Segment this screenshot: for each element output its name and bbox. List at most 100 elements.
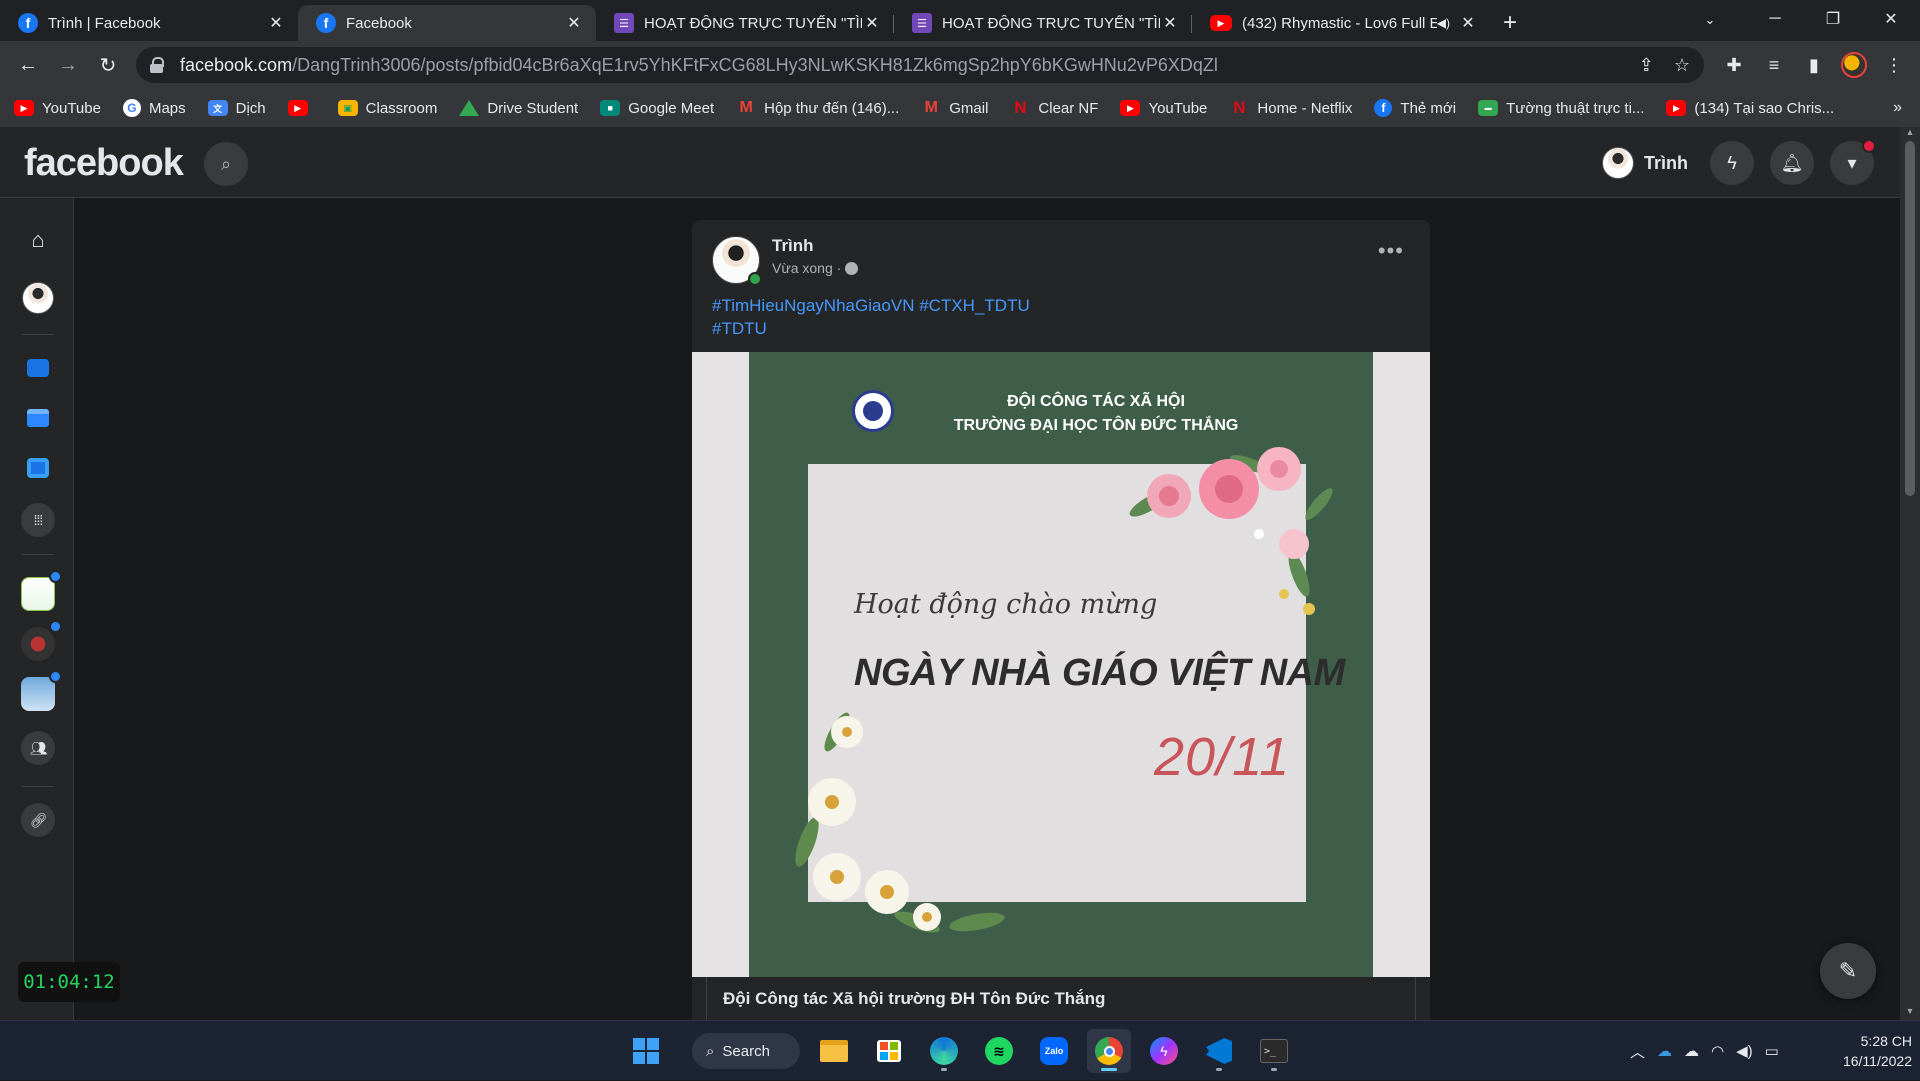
side-panel-icon[interactable]: ▮ — [1794, 45, 1834, 85]
browser-tab[interactable]: ☰ HOẠT ĐỘNG TRỰC TUYẾN "TÌM HIỂU ✕ — [596, 5, 894, 41]
windows-start-icon[interactable] — [624, 1029, 668, 1073]
taskbar-search-button[interactable]: ⌕ Search — [692, 1033, 800, 1069]
new-message-icon[interactable]: ✎ — [1820, 943, 1876, 999]
bookmark-item[interactable]: N Home - Netflix — [1229, 98, 1352, 117]
messenger-app-icon[interactable]: ϟ — [1142, 1029, 1186, 1073]
back-arrow-icon[interactable]: ← — [8, 45, 48, 85]
tab-close-icon[interactable]: ✕ — [1160, 13, 1180, 33]
more-options-icon[interactable]: ••• — [1378, 238, 1404, 264]
tab-close-icon[interactable]: ✕ — [266, 13, 286, 33]
file-explorer-icon[interactable] — [812, 1029, 856, 1073]
facebook-logo[interactable]: facebook — [24, 142, 184, 185]
browser-tab[interactable]: ▶ (432) Rhymastic - Lov6 Full Er ◀) ✕ — [1192, 5, 1490, 41]
browser-tab[interactable]: f Trình | Facebook ✕ — [0, 5, 298, 41]
group-shortcut-3[interactable] — [20, 670, 62, 712]
minimize-icon[interactable]: ─ — [1746, 0, 1804, 38]
bookmarks-overflow-icon[interactable]: » — [1893, 99, 1902, 117]
group-shortcut-1[interactable] — [20, 570, 62, 612]
profile-shortcut[interactable]: Trình — [1602, 145, 1688, 181]
bookmark-item[interactable]: Drive Student — [459, 100, 578, 117]
tab-close-icon[interactable]: ✕ — [862, 13, 882, 33]
microsoft-store-icon[interactable] — [867, 1029, 911, 1073]
edge-browser-icon[interactable] — [922, 1029, 966, 1073]
vscode-icon[interactable] — [1197, 1029, 1241, 1073]
battery-icon[interactable]: ▭ — [1765, 1042, 1779, 1060]
speaker-icon[interactable]: ◀) — [1437, 16, 1450, 30]
bookmark-star-icon[interactable]: ☆ — [1674, 55, 1690, 76]
media-queue-icon[interactable]: ≡ — [1754, 45, 1794, 85]
scrollbar-thumb[interactable] — [1905, 141, 1915, 496]
notifications-bell-icon[interactable]: 🔔︎ — [1770, 141, 1814, 185]
account-menu-button[interactable]: ▾ — [1830, 139, 1876, 185]
post-image[interactable]: ĐỘI CÔNG TÁC XÃ HỘI TRƯỜNG ĐẠI HỌC TÔN Đ… — [692, 352, 1430, 977]
hashtag-link[interactable]: #TDTU — [712, 319, 767, 338]
terminal-icon[interactable]: >_ — [1252, 1029, 1296, 1073]
bookmark-item[interactable]: ▶ YouTube — [1120, 100, 1207, 117]
search-icon[interactable]: ⌕ — [204, 142, 248, 186]
bookmark-item[interactable]: N Clear NF — [1010, 98, 1098, 117]
groups-icon[interactable]: 👥︎ — [20, 730, 56, 766]
scroll-down-arrow-icon[interactable]: ▼ — [1900, 1006, 1920, 1020]
chrome-icon[interactable] — [1087, 1029, 1131, 1073]
extensions-puzzle-icon[interactable]: ✚ — [1714, 45, 1754, 85]
profile-rail-item[interactable] — [20, 280, 56, 316]
bookmark-item[interactable]: M Gmail — [921, 99, 989, 117]
post-author[interactable]: Trình — [772, 236, 814, 256]
link-icon[interactable]: 🔗︎ — [20, 802, 56, 838]
profile-avatar-icon[interactable] — [1834, 45, 1874, 85]
menu-grid-icon[interactable]: ⁞⁞⁞ — [20, 502, 56, 538]
tab-close-icon[interactable]: ✕ — [1458, 13, 1478, 33]
scroll-up-arrow-icon[interactable]: ▲ — [1900, 127, 1920, 141]
event-poster: ĐỘI CÔNG TÁC XÃ HỘI TRƯỜNG ĐẠI HỌC TÔN Đ… — [749, 352, 1373, 977]
browser-tab-active[interactable]: f Facebook ✕ — [298, 5, 596, 41]
chevron-up-icon[interactable]: ︿ — [1630, 1041, 1645, 1062]
gmail-icon: M — [924, 99, 938, 116]
zalo-icon[interactable]: Zalo — [1032, 1029, 1076, 1073]
bookmark-item[interactable]: 文 Dịch — [207, 100, 266, 117]
caret-down-icon: ▾ — [1847, 152, 1857, 173]
lock-icon[interactable] — [150, 57, 164, 73]
wifi-icon[interactable]: ◠ — [1711, 1042, 1724, 1060]
marketplace-icon[interactable] — [20, 400, 56, 436]
gaming-icon[interactable] — [20, 450, 56, 486]
bookmark-item[interactable]: ▬ Tường thuật trực ti... — [1478, 100, 1644, 117]
close-window-icon[interactable]: ✕ — [1862, 0, 1920, 38]
onedrive-personal-icon[interactable]: ☁ — [1684, 1042, 1699, 1060]
messenger-icon[interactable]: ϟ — [1710, 141, 1754, 185]
group-shortcut-2[interactable] — [20, 620, 62, 662]
tab-search-icon[interactable]: ⌄ — [1696, 6, 1724, 34]
poster-header: ĐỘI CÔNG TÁC XÃ HỘI TRƯỜNG ĐẠI HỌC TÔN Đ… — [953, 393, 1239, 434]
kebab-menu-icon[interactable]: ⋮ — [1874, 45, 1914, 85]
spotify-icon[interactable]: ≋ — [977, 1029, 1021, 1073]
unread-badge — [49, 670, 62, 683]
system-tray: ︿ ☁ ☁ ◠ ◀) ▭ — [1630, 1021, 1779, 1081]
bookmark-item[interactable]: M Hộp thư đến (146)... — [736, 99, 899, 117]
restore-icon[interactable]: ❐ — [1804, 0, 1862, 38]
watch-video-icon[interactable] — [20, 350, 56, 386]
bookmark-item[interactable]: ▶ YouTube — [14, 100, 101, 117]
reload-icon[interactable]: ↻ — [88, 45, 128, 85]
new-tab-button[interactable]: + — [1490, 5, 1530, 41]
share-icon[interactable]: ⇪ — [1639, 55, 1654, 76]
gmail-icon: M — [739, 99, 753, 116]
address-bar[interactable]: facebook.com/DangTrinh3006/posts/pfbid04… — [136, 47, 1704, 83]
volume-icon[interactable]: ◀) — [1736, 1042, 1753, 1060]
bookmark-item[interactable]: ▶ — [287, 100, 316, 116]
post-timestamp: Vừa xong · — [772, 260, 859, 276]
bookmark-item[interactable]: ▶ (134) Tại sao Chris... — [1666, 100, 1834, 117]
bookmark-item[interactable]: ▣ Classroom — [337, 100, 437, 117]
onedrive-icon[interactable]: ☁ — [1657, 1042, 1672, 1060]
home-icon[interactable]: ⌂ — [20, 222, 56, 258]
tab-close-icon[interactable]: ✕ — [564, 13, 584, 33]
bookmark-item[interactable]: ■ Google Meet — [600, 100, 714, 117]
tab-title: (432) Rhymastic - Lov6 Full Er — [1242, 14, 1437, 32]
bookmark-item[interactable]: f Thẻ mới — [1374, 99, 1456, 117]
unread-badge — [49, 570, 62, 583]
hashtag-link[interactable]: #TimHieuNgayNhaGiaoVN #CTXH_TDTU — [712, 296, 1030, 315]
taskbar-clock[interactable]: 5:28 CH 16/11/2022 — [1822, 1031, 1912, 1071]
netflix-icon: N — [1014, 98, 1027, 117]
bookmark-item[interactable]: G Maps — [122, 99, 186, 117]
browser-tab[interactable]: ☰ HOẠT ĐỘNG TRỰC TUYẾN "TÌM HIỂU ✕ — [894, 5, 1192, 41]
page-scrollbar[interactable]: ▲ ▼ — [1900, 127, 1920, 1020]
forward-arrow-icon[interactable]: → — [48, 45, 88, 85]
